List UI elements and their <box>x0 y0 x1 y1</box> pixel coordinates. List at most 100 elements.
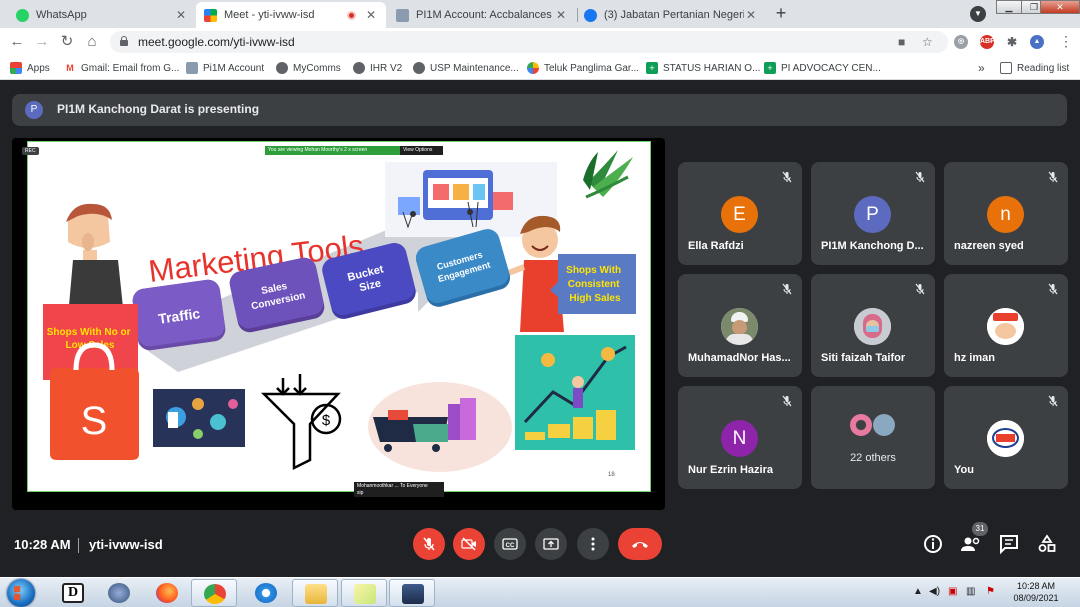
back-arrow-icon[interactable]: ← <box>8 33 26 51</box>
close-icon[interactable]: ✕ <box>364 8 378 22</box>
bookmark-mycomms[interactable]: MyComms <box>276 60 341 76</box>
bookmark-gmail[interactable]: M Gmail: Email from G... <box>64 60 179 76</box>
globe-icon <box>276 62 288 74</box>
globe-extension-icon[interactable]: ◎ <box>954 35 968 49</box>
leave-call-button[interactable] <box>618 528 662 560</box>
taskbar-app-monitor[interactable] <box>389 579 435 607</box>
callout-line: Consistent <box>568 279 620 290</box>
sheets-icon: + <box>646 62 658 74</box>
bookmark-label: Apps <box>27 62 50 74</box>
facebook-icon <box>584 8 597 22</box>
divider <box>78 538 79 553</box>
close-icon[interactable]: ✕ <box>744 8 758 22</box>
volume-icon[interactable]: ◀) <box>929 586 940 597</box>
minimize-button[interactable]: ▁ <box>996 0 1022 14</box>
tray-expand-icon[interactable]: ▲ <box>913 586 923 597</box>
tab-pi1m-account[interactable]: PI1M Account: Accbalances ✕ <box>388 2 576 28</box>
camera-toggle-button[interactable] <box>453 528 485 560</box>
adblock-icon[interactable]: ABP <box>980 35 995 49</box>
dictionary-icon: D <box>62 583 84 603</box>
bookmark-status-harian[interactable]: + STATUS HARIAN O... <box>646 60 760 76</box>
reload-icon[interactable]: ↻ <box>58 33 76 51</box>
taskbar-app-gear[interactable] <box>96 579 142 607</box>
bookmark-ihr[interactable]: IHR V2 <box>353 60 402 76</box>
taskbar-app-notes[interactable] <box>341 579 387 607</box>
close-icon[interactable]: ✕ <box>174 8 188 22</box>
bookmark-apps[interactable]: Apps <box>10 60 50 76</box>
extension-icon[interactable]: ▲ <box>1030 35 1044 49</box>
bookmark-usp[interactable]: USP Maintenance... <box>413 60 519 76</box>
presenter-text: PI1M Kanchong Darat is presenting <box>57 102 260 116</box>
browser-tab-strip: WhatsApp ✕ Meet - yti-ivww-isd ✕ PI1M Ac… <box>0 0 1080 28</box>
view-options-button[interactable]: View Options <box>400 146 443 155</box>
home-icon[interactable]: ⌂ <box>83 33 101 51</box>
svg-text:$: $ <box>322 412 331 429</box>
taskbar-chrome[interactable] <box>191 579 237 607</box>
taskbar-explorer[interactable] <box>292 579 338 607</box>
captions-button[interactable]: CC <box>494 528 526 560</box>
caption-sub: sip <box>357 490 364 496</box>
participant-tile[interactable]: P PI1M Kanchong D... <box>811 162 935 265</box>
menu-kebab-icon[interactable]: ⋮ <box>1058 33 1074 51</box>
chat-caption: Mohanmoothkar ... To Everyone sip <box>354 482 444 497</box>
ministry-logo <box>583 150 633 199</box>
participant-tile[interactable]: Siti faizah Taifor <box>811 274 935 377</box>
presentation-area[interactable]: Marketing Tools Traffic Sales Conversion <box>12 138 665 510</box>
close-icon[interactable]: ✕ <box>554 8 568 22</box>
taskbar-app-d[interactable]: D <box>50 579 96 607</box>
tray-app-icon[interactable]: ▣ <box>948 586 957 597</box>
new-tab-button[interactable]: + <box>770 3 792 25</box>
activities-icon[interactable] <box>1035 532 1059 556</box>
participant-name: Nur Ezrin Hazira <box>688 464 773 476</box>
system-clock[interactable]: 10:28 AM 08/09/2021 <box>1005 580 1067 604</box>
participant-name: nazreen syed <box>954 240 1024 252</box>
more-options-button[interactable] <box>577 528 609 560</box>
participant-tile[interactable]: 22 others <box>811 386 935 489</box>
mic-muted-icon <box>915 171 925 183</box>
bookmark-teluk[interactable]: Teluk Panglima Gar... <box>527 60 639 76</box>
network-icon[interactable]: ▥ <box>966 586 975 597</box>
puzzle-extensions-icon[interactable]: ✱ <box>1005 35 1019 49</box>
tab-facebook-jabatan[interactable]: (3) Jabatan Pertanian Negeri Sela ✕ <box>576 2 766 28</box>
url-text[interactable]: meet.google.com/yti-ivww-isd <box>138 35 295 49</box>
mic-toggle-button[interactable] <box>413 528 445 560</box>
participant-name: Ella Rafdzi <box>688 240 744 252</box>
tab-search-icon[interactable]: ▼ <box>970 6 986 22</box>
hang-up-icon <box>632 542 648 548</box>
tab-meet[interactable]: Meet - yti-ivww-isd ✕ <box>196 2 386 28</box>
caption-text: Mohanmoothkar ... To Everyone <box>357 483 428 489</box>
svg-text:CC: CC <box>506 543 515 549</box>
participant-tile[interactable]: You <box>944 386 1068 489</box>
chat-icon[interactable] <box>997 532 1021 556</box>
bookmark-pi-advocacy[interactable]: + PI ADVOCACY CEN... <box>764 60 881 76</box>
participant-tile[interactable]: n nazreen syed <box>944 162 1068 265</box>
participant-name: MuhamadNor Has... <box>688 352 791 364</box>
address-bar[interactable]: meet.google.com/yti-ivww-isd ■ ☆ <box>110 31 948 53</box>
taskbar-ie[interactable] <box>243 579 289 607</box>
forward-arrow-icon[interactable]: → <box>33 33 51 51</box>
window-close-button[interactable]: ✕ <box>1040 0 1080 14</box>
reading-list-icon <box>1000 62 1012 74</box>
google-meet-icon <box>204 8 217 22</box>
windows-start-button[interactable] <box>3 579 39 607</box>
bookmark-pi1m[interactable]: Pi1M Account <box>186 60 264 76</box>
taskbar-firefox[interactable] <box>144 579 190 607</box>
participant-tile[interactable]: MuhamadNor Has... <box>678 274 802 377</box>
meeting-info-icon[interactable] <box>921 532 945 556</box>
participant-tile[interactable]: E Ella Rafdzi <box>678 162 802 265</box>
bookmark-star-icon[interactable]: ☆ <box>922 35 933 49</box>
participant-tile[interactable]: N Nur Ezrin Hazira <box>678 386 802 489</box>
action-center-icon[interactable]: ⚑ <box>986 586 995 597</box>
tab-whatsapp[interactable]: WhatsApp ✕ <box>8 2 196 28</box>
apps-grid-icon <box>10 62 22 74</box>
site-icon <box>396 8 409 22</box>
sticky-notes-icon <box>354 584 376 604</box>
participant-tile[interactable]: hz iman <box>944 274 1068 377</box>
reading-list-button[interactable]: Reading list <box>1000 60 1069 76</box>
bookmarks-overflow-button[interactable]: » <box>978 60 985 76</box>
pinwheel-icon <box>527 62 539 74</box>
firefox-icon <box>156 583 178 603</box>
camera-icon[interactable]: ■ <box>898 35 905 49</box>
present-button[interactable] <box>535 528 567 560</box>
clock-date: 08/09/2021 <box>1013 593 1059 603</box>
